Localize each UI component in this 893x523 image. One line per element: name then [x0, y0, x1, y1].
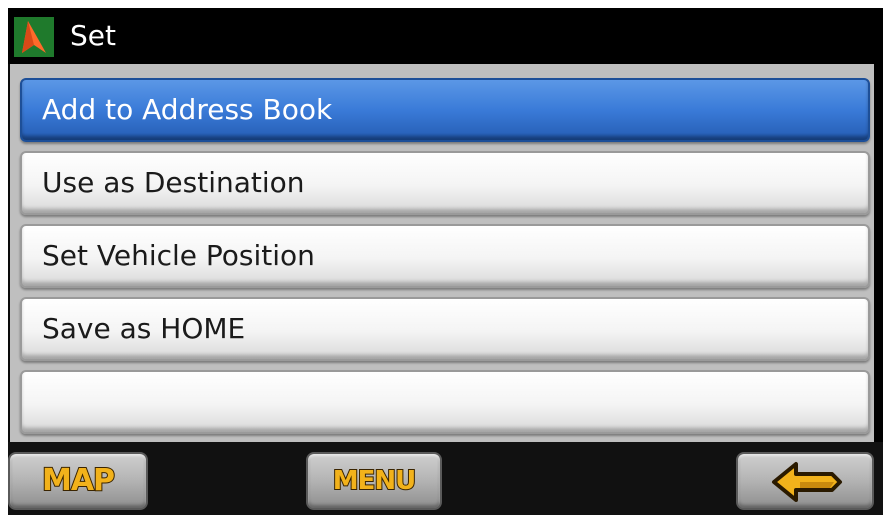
list-item-label: Save as HOME — [42, 312, 246, 345]
menu-button-label: MENU — [332, 465, 418, 497]
back-button[interactable] — [736, 452, 874, 510]
map-button-label: MAP — [41, 462, 116, 499]
bottom-toolbar: MAP MENU — [8, 442, 883, 515]
list-item-add-to-address-book[interactable]: Add to Address Book — [20, 78, 870, 142]
nav-screen: Set Add to Address Book Use as Destinati… — [8, 8, 883, 515]
app-logo-icon — [14, 17, 54, 57]
list-item-set-vehicle-position[interactable]: Set Vehicle Position — [20, 224, 870, 288]
list-item-empty[interactable] — [20, 370, 870, 434]
option-list: Add to Address Book Use as Destination S… — [10, 64, 874, 442]
back-arrow-icon — [772, 462, 842, 502]
title-bar: Set — [8, 8, 883, 64]
screen-edge — [874, 64, 883, 442]
list-item-label: Add to Address Book — [42, 93, 333, 126]
list-item-label: Use as Destination — [42, 166, 305, 199]
menu-button[interactable]: MENU — [306, 452, 442, 510]
page-title: Set — [70, 19, 116, 52]
map-button[interactable]: MAP — [8, 452, 148, 510]
list-item-save-as-home[interactable]: Save as HOME — [20, 297, 870, 361]
list-item-use-as-destination[interactable]: Use as Destination — [20, 151, 870, 215]
list-item-label: Set Vehicle Position — [42, 239, 315, 272]
